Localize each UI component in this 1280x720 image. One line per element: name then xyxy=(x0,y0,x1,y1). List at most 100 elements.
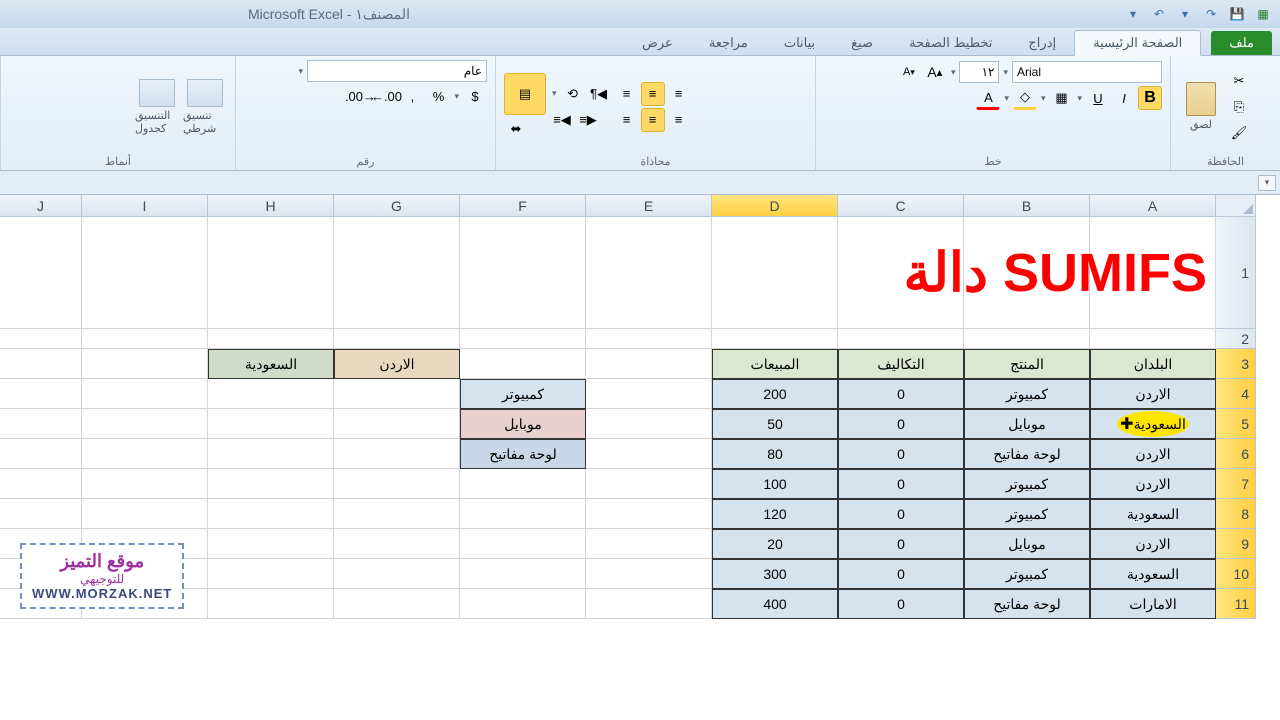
rtl-icon[interactable]: ¶◀ xyxy=(587,82,611,106)
cell[interactable] xyxy=(586,469,712,499)
cell[interactable]: المنتج xyxy=(964,349,1090,379)
cell[interactable] xyxy=(334,439,460,469)
row-header[interactable]: 5 xyxy=(1216,409,1256,439)
row-header[interactable]: 10 xyxy=(1216,559,1256,589)
cell[interactable] xyxy=(208,499,334,529)
cell[interactable]: 300 xyxy=(712,559,838,589)
tab-formulas[interactable]: صيغ xyxy=(833,31,891,55)
cell[interactable]: كمبيوتر xyxy=(964,499,1090,529)
dropdown-icon[interactable]: ▾ xyxy=(1124,5,1142,23)
col-header[interactable]: F xyxy=(460,195,586,217)
select-all-corner[interactable] xyxy=(1216,195,1256,217)
cell[interactable] xyxy=(334,469,460,499)
tab-data[interactable]: بيانات xyxy=(766,31,833,55)
cell[interactable] xyxy=(82,409,208,439)
tab-home[interactable]: الصفحة الرئيسية xyxy=(1074,30,1201,56)
font-color-icon[interactable]: A xyxy=(976,86,1000,110)
tab-review[interactable]: مراجعة xyxy=(691,31,766,55)
cell[interactable] xyxy=(460,329,586,349)
cell[interactable] xyxy=(586,349,712,379)
cell[interactable]: 0 xyxy=(838,379,964,409)
cell[interactable]: البلدان xyxy=(1090,349,1216,379)
cell[interactable]: 400 xyxy=(712,589,838,619)
spreadsheet-grid[interactable]: J I H G F E D C B A دالة SUMIFS12السعودي… xyxy=(0,195,1280,619)
cell[interactable] xyxy=(586,379,712,409)
row-header[interactable]: 9 xyxy=(1216,529,1256,559)
cell[interactable]: 0 xyxy=(838,439,964,469)
align-left-icon[interactable]: ≡ xyxy=(615,108,639,132)
table-format-button[interactable]: التنسيق كجدول xyxy=(135,79,179,135)
orientation-icon[interactable]: ⟲ xyxy=(561,82,585,106)
cell[interactable] xyxy=(82,499,208,529)
cell[interactable]: 0 xyxy=(838,499,964,529)
cell[interactable]: كمبيوتر xyxy=(964,469,1090,499)
col-header[interactable]: G xyxy=(334,195,460,217)
cell[interactable]: 0 xyxy=(838,529,964,559)
align-bottom-icon[interactable]: ≡ xyxy=(667,82,691,106)
cell[interactable] xyxy=(712,217,838,329)
decrease-font-icon[interactable]: A▾ xyxy=(897,60,921,84)
percent-style-icon[interactable]: % xyxy=(426,84,450,108)
dropdown-icon[interactable]: ▾ xyxy=(1176,5,1194,23)
tab-file[interactable]: ملف xyxy=(1211,31,1272,55)
row-header[interactable]: 7 xyxy=(1216,469,1256,499)
cell[interactable] xyxy=(1090,329,1216,349)
cell[interactable] xyxy=(712,329,838,349)
cell[interactable] xyxy=(586,439,712,469)
cell[interactable]: المبيعات xyxy=(712,349,838,379)
cell[interactable]: 100 xyxy=(712,469,838,499)
tab-layout[interactable]: تخطيط الصفحة xyxy=(891,31,1010,55)
cell[interactable] xyxy=(334,329,460,349)
increase-decimal-icon[interactable]: ←.00 xyxy=(374,84,398,108)
align-top-icon[interactable]: ≡ xyxy=(615,82,639,106)
cell[interactable] xyxy=(334,217,460,329)
cut-icon[interactable]: ✂ xyxy=(1227,69,1251,93)
cell[interactable] xyxy=(586,409,712,439)
cell[interactable]: الاردن xyxy=(334,349,460,379)
cell[interactable]: السعودية xyxy=(1090,559,1216,589)
cell[interactable]: كمبيوتر xyxy=(964,559,1090,589)
cell[interactable]: ✚السعودية xyxy=(1090,409,1216,439)
cell[interactable]: التكاليف xyxy=(838,349,964,379)
bold-button[interactable]: B xyxy=(1138,86,1162,110)
cell[interactable] xyxy=(208,217,334,329)
fill-color-icon[interactable]: ◇ xyxy=(1013,86,1037,110)
cell[interactable]: كمبيوتر xyxy=(964,379,1090,409)
cell[interactable] xyxy=(460,589,586,619)
cell[interactable]: السعودية xyxy=(1090,499,1216,529)
row-header[interactable]: 4 xyxy=(1216,379,1256,409)
col-header[interactable]: A xyxy=(1090,195,1216,217)
cell[interactable] xyxy=(0,379,82,409)
cell[interactable]: لوحة مفاتيح xyxy=(964,589,1090,619)
cell[interactable]: 20 xyxy=(712,529,838,559)
font-size-select[interactable]: ١٢ xyxy=(959,61,999,83)
cell[interactable]: موبايل xyxy=(460,409,586,439)
paste-button[interactable]: لصق xyxy=(1179,79,1223,135)
cell[interactable]: الامارات xyxy=(1090,589,1216,619)
cell[interactable] xyxy=(82,329,208,349)
cell[interactable] xyxy=(964,329,1090,349)
cell[interactable] xyxy=(0,409,82,439)
cell[interactable] xyxy=(208,379,334,409)
borders-icon[interactable]: ▦ xyxy=(1049,86,1073,110)
italic-button[interactable]: I xyxy=(1112,86,1136,110)
increase-font-icon[interactable]: A▴ xyxy=(923,60,947,84)
cell[interactable] xyxy=(460,499,586,529)
row-header[interactable]: 1 xyxy=(1216,217,1256,329)
cell[interactable] xyxy=(82,439,208,469)
format-painter-icon[interactable]: 🖌 xyxy=(1227,121,1251,145)
cell[interactable] xyxy=(334,499,460,529)
cell[interactable]: 120 xyxy=(712,499,838,529)
cell[interactable]: الاردن xyxy=(1090,379,1216,409)
cell[interactable]: لوحة مفاتيح xyxy=(460,439,586,469)
cell[interactable] xyxy=(586,499,712,529)
cell[interactable] xyxy=(82,217,208,329)
undo-icon[interactable]: ↶ xyxy=(1150,5,1168,23)
underline-button[interactable]: U xyxy=(1086,86,1110,110)
cell[interactable]: 80 xyxy=(712,439,838,469)
cell[interactable]: لوحة مفاتيح xyxy=(964,439,1090,469)
cell[interactable] xyxy=(334,529,460,559)
cell[interactable] xyxy=(586,529,712,559)
currency-icon[interactable]: $ xyxy=(463,84,487,108)
col-header[interactable]: E xyxy=(586,195,712,217)
